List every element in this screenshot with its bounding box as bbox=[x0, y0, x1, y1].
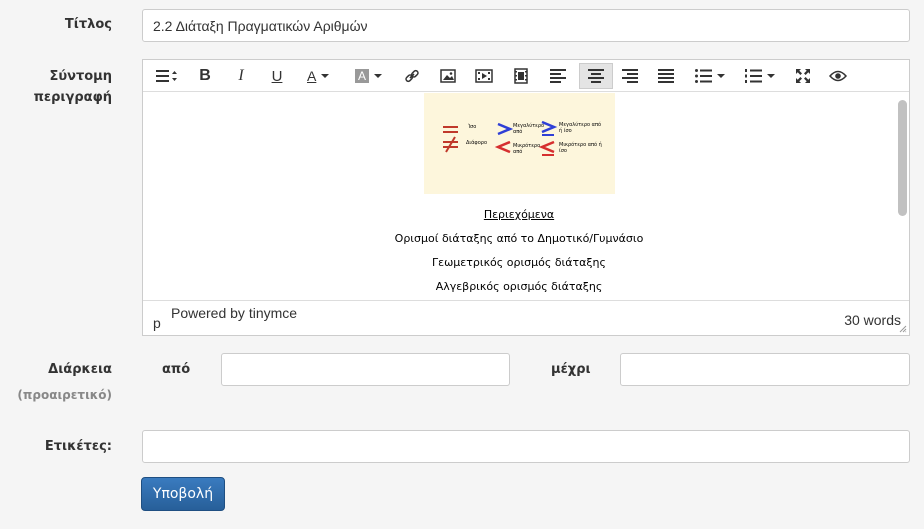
description-label: Σύντομη περιγραφή bbox=[34, 66, 112, 108]
figure-less-label: Μικρότερο από bbox=[513, 143, 541, 155]
preview-icon[interactable] bbox=[825, 63, 851, 89]
rich-text-editor[interactable]: B I U A A Ίσο Διάφορο Μεγαλύτερο από Μεγ… bbox=[142, 59, 910, 336]
bold-icon[interactable]: B bbox=[192, 63, 218, 89]
content-line: Γεωμετρικός ορισμός διάταξης bbox=[432, 256, 606, 269]
from-label: από bbox=[162, 362, 191, 377]
bullet-list-icon[interactable] bbox=[691, 63, 735, 89]
figure-greater-label: Μεγαλύτερο από bbox=[513, 123, 545, 135]
editor-toolbar: B I U A A bbox=[143, 60, 909, 92]
editor-statusbar: p Powered by tinymce 30 words bbox=[143, 300, 909, 335]
description-label-line1: Σύντομη bbox=[49, 69, 112, 84]
duration-label: Διάρκεια bbox=[48, 362, 112, 377]
image-icon[interactable] bbox=[435, 63, 461, 89]
editor-content[interactable]: Ίσο Διάφορο Μεγαλύτερο από Μεγαλύτερο απ… bbox=[143, 93, 895, 300]
title-label: Τίτλος bbox=[64, 17, 112, 32]
numbered-list-icon[interactable] bbox=[741, 63, 785, 89]
text-color-icon[interactable]: A bbox=[301, 63, 343, 89]
tags-label: Ετικέτες: bbox=[44, 439, 112, 454]
comparison-symbols-image: Ίσο Διάφορο Μεγαλύτερο από Μεγαλύτερο απ… bbox=[424, 93, 615, 194]
underline-icon[interactable]: U bbox=[264, 63, 290, 89]
fullscreen-icon[interactable] bbox=[790, 63, 816, 89]
media-icon[interactable] bbox=[471, 63, 497, 89]
video-icon[interactable] bbox=[508, 63, 534, 89]
duration-optional-label: (προαιρετικό) bbox=[17, 388, 112, 402]
content-line: Αλγεβρικός ορισμός διάταξης bbox=[435, 280, 603, 293]
figure-greater-eq-label: Μεγαλύτερο από ή ίσο bbox=[559, 122, 602, 134]
resize-handle-icon[interactable] bbox=[899, 325, 907, 333]
to-input[interactable] bbox=[620, 353, 910, 386]
from-input[interactable] bbox=[221, 353, 510, 386]
title-input[interactable]: 2.2 Διάταξη Πραγματικών Αριθμών bbox=[142, 9, 910, 42]
figure-equal-label: Ίσο bbox=[468, 124, 477, 130]
content-line: Ορισμοί διάταξης από το Δημοτικό/Γυμνάσι… bbox=[394, 232, 644, 245]
description-label-line2: περιγραφή bbox=[33, 90, 112, 105]
align-left-icon[interactable] bbox=[545, 63, 571, 89]
word-count: 30 words bbox=[844, 312, 901, 328]
align-right-icon[interactable] bbox=[617, 63, 643, 89]
figure-not-equal-label: Διάφορο bbox=[466, 140, 487, 146]
background-color-icon[interactable]: A bbox=[351, 63, 393, 89]
align-center-icon[interactable] bbox=[579, 63, 613, 89]
element-path[interactable]: p bbox=[153, 315, 161, 331]
formats-icon[interactable] bbox=[151, 63, 183, 89]
editor-scrollbar[interactable] bbox=[898, 100, 907, 216]
to-label: μέχρι bbox=[551, 362, 591, 377]
content-heading: Περιεχόμενα bbox=[483, 208, 555, 221]
powered-by-label[interactable]: Powered by tinymce bbox=[171, 305, 297, 321]
link-icon[interactable] bbox=[399, 63, 425, 89]
tags-input[interactable] bbox=[142, 430, 910, 463]
submit-button[interactable]: Υποβολή bbox=[141, 477, 225, 511]
justify-icon[interactable] bbox=[653, 63, 679, 89]
figure-less-eq-label: Μικρότερο από ή ίσο bbox=[559, 142, 602, 154]
italic-icon[interactable]: I bbox=[228, 63, 254, 89]
